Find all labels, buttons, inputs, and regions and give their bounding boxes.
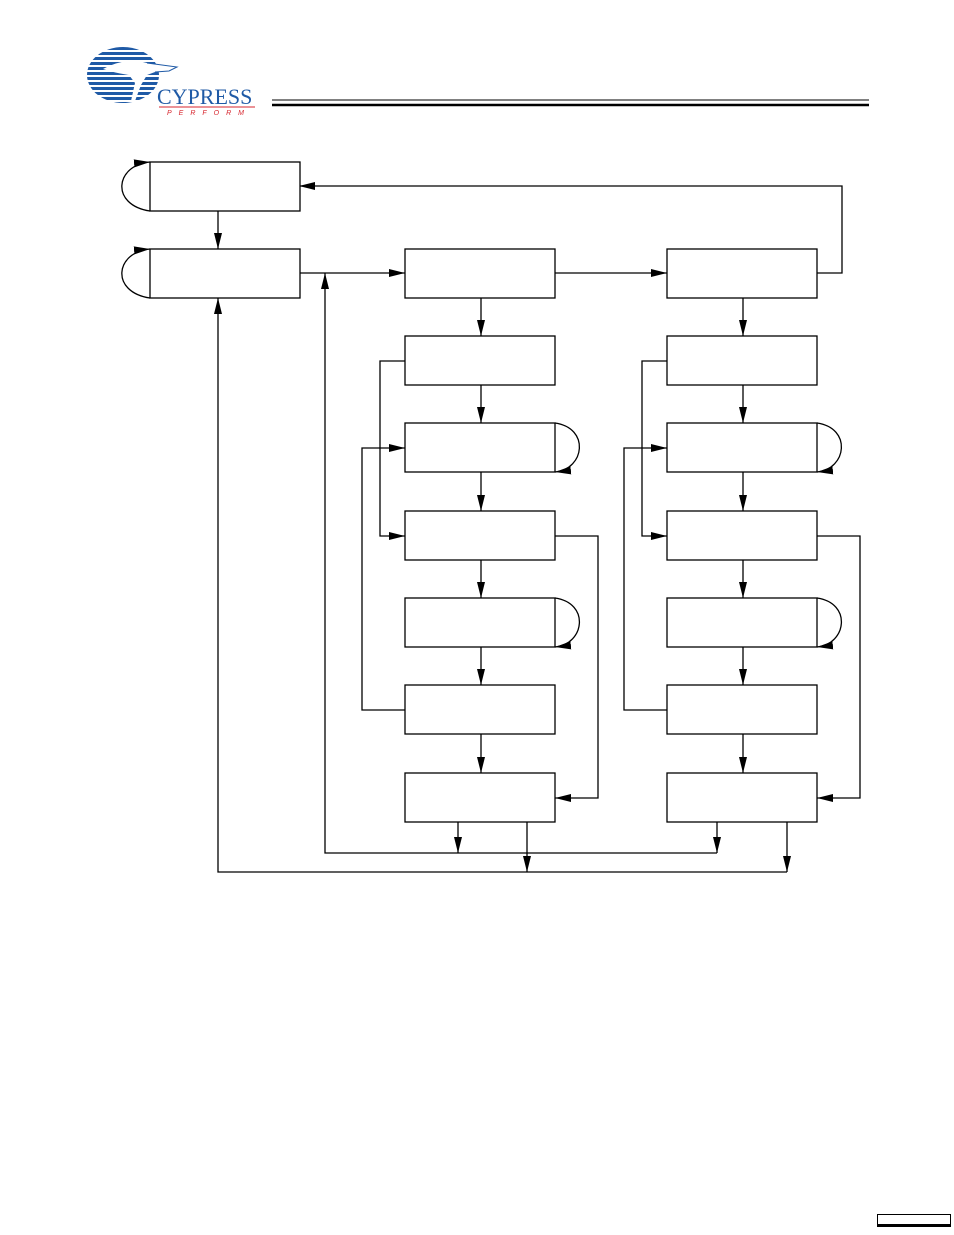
box-col2-3 xyxy=(666,422,818,473)
self-loop-arrow-top-left-2 xyxy=(121,246,151,299)
page-number-box xyxy=(877,1214,951,1227)
box-top-left-2-frame xyxy=(149,248,301,299)
self-loop-arrow-col1-5 xyxy=(554,597,580,650)
box-col1-1-frame xyxy=(404,248,556,299)
box-top-left-1 xyxy=(149,161,301,212)
box-top-left-1-frame xyxy=(149,161,301,212)
box-col1-3 xyxy=(404,422,556,473)
box-col1-4 xyxy=(404,510,556,561)
box-col2-5-frame xyxy=(666,597,818,648)
box-col2-7 xyxy=(666,772,818,823)
box-col2-6-frame xyxy=(666,684,818,735)
box-col2-2-frame xyxy=(666,335,818,386)
box-col1-1 xyxy=(404,248,556,299)
self-loop-arrow-col2-3 xyxy=(816,422,842,475)
box-col1-5 xyxy=(404,597,556,648)
box-col1-5-frame xyxy=(404,597,556,648)
box-col1-7-frame xyxy=(404,772,556,823)
box-col2-4-frame xyxy=(666,510,818,561)
box-col1-2 xyxy=(404,335,556,386)
box-col2-7-frame xyxy=(666,772,818,823)
bypass-col2-4-to-7 xyxy=(817,535,861,802)
loop-col2-6-to-3 xyxy=(623,444,667,711)
box-col1-2-frame xyxy=(404,335,556,386)
state-flow-diagram xyxy=(121,159,861,873)
box-col1-4-frame xyxy=(404,510,556,561)
box-col2-3-frame xyxy=(666,422,818,473)
box-col2-1-frame xyxy=(666,248,818,299)
box-col2-6 xyxy=(666,684,818,735)
box-col2-1 xyxy=(666,248,818,299)
bypass-col1-4-to-7 xyxy=(555,535,599,802)
self-loop-arrow-col2-5 xyxy=(816,597,842,650)
box-top-left-2 xyxy=(149,248,301,299)
box-col1-6 xyxy=(404,684,556,735)
self-loop-arrow-col1-3 xyxy=(554,422,580,475)
box-col1-3-frame xyxy=(404,422,556,473)
box-col2-4 xyxy=(666,510,818,561)
loop-col1-6-to-3 xyxy=(361,444,405,711)
box-col1-7 xyxy=(404,772,556,823)
box-col2-2 xyxy=(666,335,818,386)
box-col2-5 xyxy=(666,597,818,648)
box-col1-6-frame xyxy=(404,684,556,735)
self-loop-arrow-top-left-1 xyxy=(121,159,151,212)
